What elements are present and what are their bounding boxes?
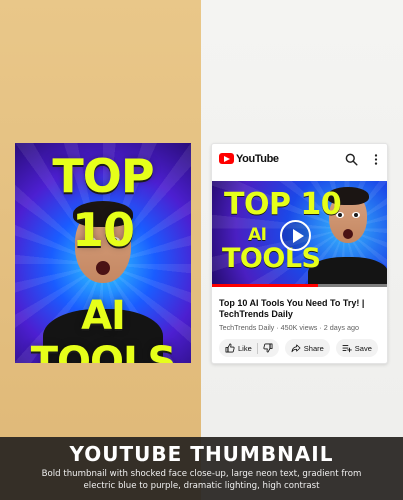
thumbs-up-icon: [225, 343, 235, 353]
action-bar: Like Share Save: [219, 339, 378, 357]
headline-bottom: AI TOOLS: [30, 293, 177, 363]
headline-top: TOP 10: [52, 149, 154, 257]
playlist-add-icon: [342, 345, 352, 353]
thumbs-down-icon[interactable]: [263, 343, 273, 353]
caption-panel: YOUTUBE THUMBNAIL Bold thumbnail with sh…: [0, 437, 403, 500]
thumbnail-text-line3: TOOLS: [222, 243, 321, 274]
youtube-logo-icon[interactable]: [219, 153, 234, 164]
youtube-card: YouTube TOP 10 AI TOOLS Top 10 AI Tools …: [211, 143, 388, 364]
save-button[interactable]: Save: [335, 339, 378, 357]
more-vert-icon[interactable]: [373, 153, 379, 166]
video-thumbnail[interactable]: TOP 10 AI TOOLS: [212, 181, 387, 287]
play-icon[interactable]: [280, 220, 311, 251]
like-dislike-group: Like: [219, 339, 279, 357]
progress-bar[interactable]: [212, 284, 387, 287]
youtube-brand[interactable]: YouTube: [236, 153, 279, 165]
share-icon: [291, 344, 301, 353]
open-mouth: [343, 229, 353, 239]
video-title[interactable]: Top 10 AI Tools You Need To Try! | TechT…: [219, 298, 384, 320]
share-label: Share: [303, 343, 324, 353]
video-meta: TechTrends Daily · 450K views · 2 days a…: [219, 323, 359, 332]
open-mouth: [96, 261, 110, 275]
share-button[interactable]: Share: [284, 339, 330, 357]
thumbnail-text-line2: AI: [248, 225, 267, 245]
search-icon[interactable]: [345, 153, 358, 166]
like-label: Like: [238, 343, 252, 353]
progress-bar-fill: [212, 284, 319, 287]
save-label: Save: [354, 343, 372, 353]
thumbnail-text-line1: TOP 10: [224, 187, 342, 222]
like-button[interactable]: Like: [225, 343, 252, 353]
divider: [256, 342, 258, 354]
right-pupil: [354, 213, 358, 217]
card-header: YouTube: [212, 144, 387, 176]
large-thumbnail: TOP 10 AI TOOLS: [15, 143, 191, 363]
caption-title: YOUTUBE THUMBNAIL: [69, 442, 334, 466]
caption-description: Bold thumbnail with shocked face close-u…: [41, 469, 362, 491]
